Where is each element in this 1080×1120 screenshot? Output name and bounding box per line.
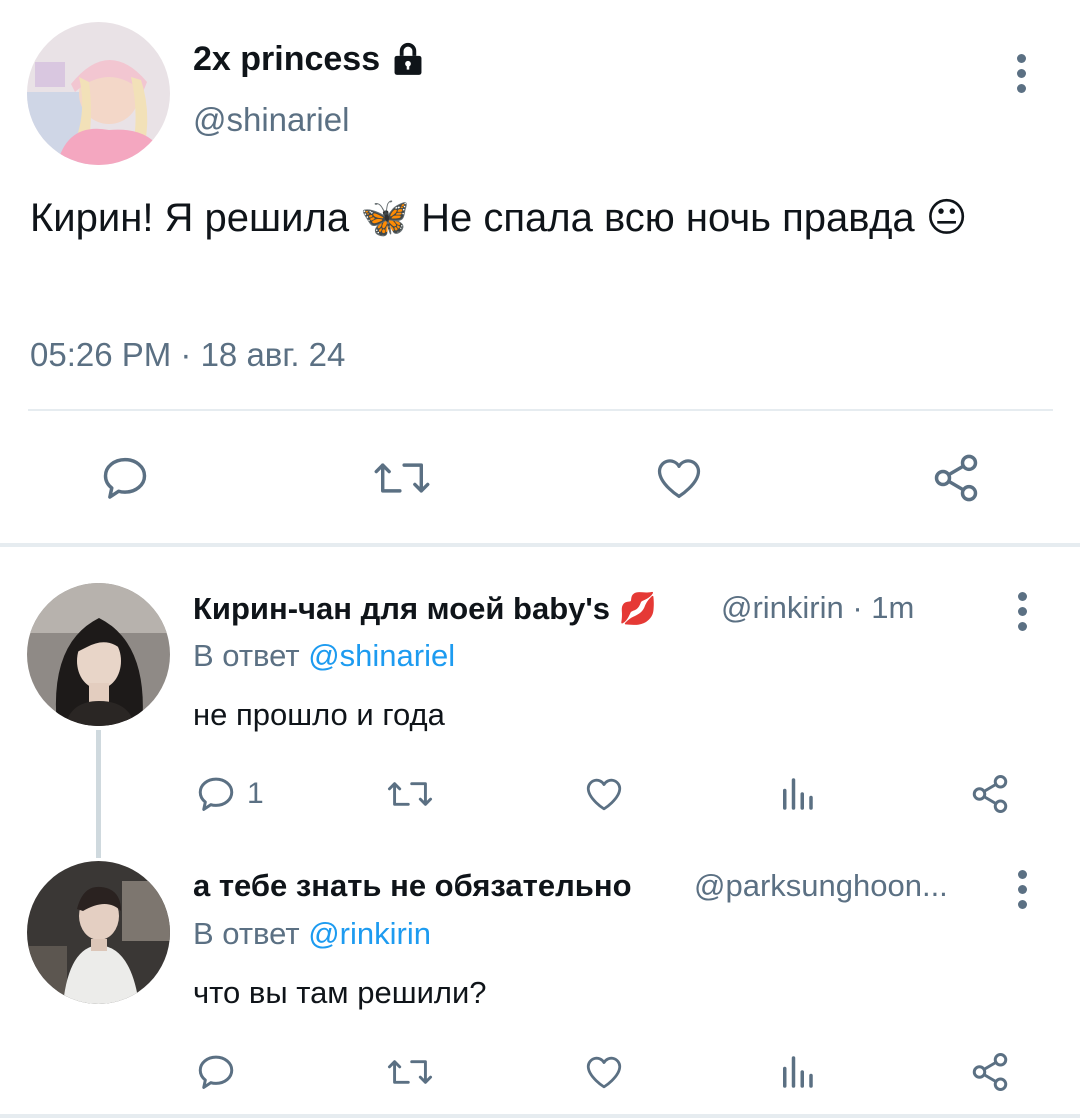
retweet-icon: [372, 452, 432, 504]
reply-prefix: В ответ: [193, 638, 300, 673]
reply-icon: [99, 452, 151, 504]
more-options-icon[interactable]: [1016, 870, 1028, 909]
like-icon: [582, 773, 626, 815]
tweet-text: что вы там решили?: [193, 975, 487, 1010]
mention-link[interactable]: @shinariel: [308, 638, 455, 673]
share-button[interactable]: [930, 452, 982, 504]
reply-icon: [195, 1051, 237, 1093]
avatar[interactable]: [27, 583, 170, 726]
tweet-timestamp[interactable]: 05:26 PM · 18 авг. 24: [30, 336, 345, 374]
like-icon: [582, 1051, 626, 1093]
tweet-text: Кирин! Я решила 🦋 Не спала всю ночь прав…: [30, 196, 968, 240]
retweet-icon: [386, 773, 434, 815]
display-name[interactable]: Кирин-чан для моей baby's 💋: [193, 590, 657, 627]
views-icon: [778, 773, 816, 815]
views-button[interactable]: [778, 773, 816, 815]
reply-context: В ответ @shinariel: [193, 638, 455, 674]
more-options-icon[interactable]: [1016, 592, 1028, 631]
retweet-button[interactable]: [372, 452, 432, 504]
section-divider: [0, 543, 1080, 547]
views-icon: [778, 1051, 816, 1093]
share-icon: [969, 773, 1011, 815]
retweet-icon: [386, 1051, 434, 1093]
share-button[interactable]: [969, 773, 1011, 815]
divider: [28, 409, 1053, 411]
share-button[interactable]: [969, 1051, 1011, 1093]
divider: [0, 1114, 1080, 1118]
reply-button[interactable]: [99, 452, 151, 504]
like-button[interactable]: [582, 773, 626, 815]
share-icon: [969, 1051, 1011, 1093]
like-button[interactable]: [652, 452, 706, 504]
like-button[interactable]: [582, 1051, 626, 1093]
views-button[interactable]: [778, 1051, 816, 1093]
like-icon: [652, 452, 706, 504]
lock-icon: [389, 40, 427, 83]
reply-context: В ответ @rinkirin: [193, 916, 431, 952]
avatar[interactable]: [27, 861, 170, 1004]
user-handle[interactable]: @rinkirin · 1m: [721, 590, 914, 626]
thread-line: [96, 730, 101, 858]
retweet-button[interactable]: [386, 773, 434, 815]
reply-count: 1: [247, 777, 264, 810]
mention-link[interactable]: @rinkirin: [308, 916, 431, 951]
reply-button[interactable]: 1: [195, 773, 264, 815]
tweet-text: не прошло и года: [193, 697, 445, 732]
user-handle[interactable]: @parksunghoon...: [694, 868, 948, 904]
reply-button[interactable]: [195, 1051, 237, 1093]
reply-icon: [195, 773, 237, 815]
retweet-button[interactable]: [386, 1051, 434, 1093]
reply-prefix: В ответ: [193, 916, 300, 951]
more-options-icon[interactable]: [1015, 54, 1027, 93]
display-name[interactable]: а тебе знать не обязательно: [193, 868, 632, 904]
main-tweet: 2x princess @shinariel Кирин! Я решила 🦋…: [0, 0, 1080, 545]
user-handle[interactable]: @shinariel: [193, 101, 349, 139]
display-name[interactable]: 2x princess: [193, 40, 380, 79]
avatar[interactable]: [27, 22, 170, 165]
share-icon: [930, 452, 982, 504]
